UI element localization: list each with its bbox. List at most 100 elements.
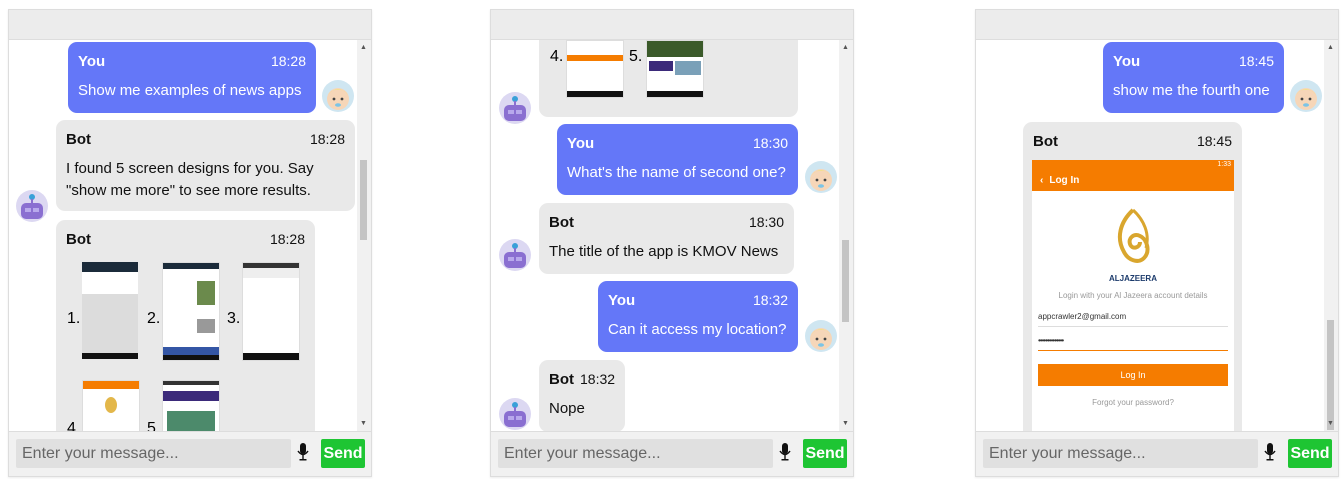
message-text: What's the name of second one? — [567, 164, 786, 181]
screen-thumbnail-4[interactable] — [566, 40, 624, 98]
send-button[interactable]: Send — [1288, 439, 1332, 468]
message-text: The title of the app is KMOV News — [549, 243, 779, 260]
window-title-bar — [976, 10, 1338, 40]
result-number: 2. — [147, 310, 161, 327]
status-time: 1:33 — [1217, 161, 1231, 168]
result-number: 1. — [67, 310, 81, 327]
bot-avatar — [499, 398, 531, 430]
result-number: 3. — [227, 310, 241, 327]
microphone-icon[interactable] — [297, 442, 309, 462]
scroll-down-icon[interactable]: ▼ — [842, 420, 849, 428]
chat-log: You 18:45 show me the fourth one Bot 18:45… — [976, 40, 1324, 432]
app-title: Log In — [1049, 175, 1080, 186]
message-time: 18:32 — [752, 292, 788, 308]
robot-icon — [21, 194, 43, 219]
robot-icon — [504, 243, 526, 268]
chat-log: 4. 5. You 18:30 What's the name of second… — [491, 40, 839, 432]
scroll-down-icon[interactable]: ▼ — [1327, 420, 1334, 428]
message-composer: Enter your message... Send — [491, 431, 853, 476]
scrollbar[interactable]: ▲ ▼ — [357, 40, 371, 432]
bot-message: Bot 18:28 I found 5 screen designs for yo… — [56, 120, 355, 211]
scroll-thumb[interactable] — [360, 160, 367, 240]
user-message: You 18:30 What's the name of second one? — [557, 124, 798, 195]
message-input[interactable]: Enter your message... — [498, 439, 773, 468]
baby-face-icon — [810, 328, 832, 350]
message-time: 18:45 — [1196, 133, 1232, 149]
sender-name: You — [78, 53, 106, 70]
baby-face-icon — [1295, 88, 1317, 110]
scroll-up-icon[interactable]: ▲ — [842, 44, 849, 52]
chat-log: You 18:28 Show me examples of news apps B… — [9, 40, 357, 432]
scroll-up-icon[interactable]: ▲ — [1327, 44, 1334, 52]
send-button[interactable]: Send — [803, 439, 847, 468]
message-text: I found 5 screen designs for you. Say "s… — [66, 160, 314, 199]
user-message: You 18:28 Show me examples of news apps — [68, 42, 316, 113]
message-time: 18:30 — [748, 214, 784, 230]
baby-face-icon — [810, 169, 832, 191]
message-input[interactable]: Enter your message... — [16, 439, 291, 468]
message-composer: Enter your message... Send — [976, 431, 1338, 476]
baby-face-icon — [327, 88, 349, 110]
window-title-bar — [9, 10, 371, 40]
screen-thumbnail-4[interactable] — [82, 380, 140, 432]
message-text: Nope — [549, 400, 585, 417]
message-time: 18:30 — [752, 135, 788, 151]
sender-name: Bot — [66, 231, 91, 248]
user-avatar — [1290, 80, 1322, 112]
message-input[interactable]: Enter your message... — [983, 439, 1258, 468]
password-field[interactable]: •••••••••••••• — [1038, 336, 1228, 351]
microphone-icon[interactable] — [779, 442, 791, 462]
chat-window-1: You 18:28 Show me examples of news apps B… — [8, 9, 372, 477]
scroll-down-icon[interactable]: ▼ — [360, 420, 367, 428]
screen-thumbnail-5[interactable] — [162, 380, 220, 432]
scrollbar[interactable]: ▲ ▼ — [839, 40, 853, 432]
message-text: show me the fourth one — [1113, 82, 1270, 99]
back-arrow-icon: ‹ — [1040, 175, 1044, 186]
bot-message: Bot 18:30 The title of the app is KMOV Ne… — [539, 203, 794, 274]
bot-message: Bot 18:32 Nope — [539, 360, 625, 432]
sender-name: Bot — [549, 214, 574, 231]
status-bar: 1:33 — [1032, 160, 1234, 170]
user-avatar — [805, 320, 837, 352]
sender-name: Bot — [549, 371, 574, 388]
scroll-thumb[interactable] — [1327, 320, 1334, 430]
robot-icon — [504, 96, 526, 121]
user-avatar — [322, 80, 354, 112]
user-avatar — [805, 161, 837, 193]
robot-icon — [504, 402, 526, 427]
screen-thumbnail-2[interactable] — [162, 262, 220, 361]
message-text: Can it access my location? — [608, 321, 787, 338]
message-time: 18:28 — [270, 53, 306, 69]
bot-avatar — [16, 190, 48, 222]
window-title-bar — [491, 10, 853, 40]
message-time: 18:28 — [269, 231, 305, 247]
chat-window-3: You 18:45 show me the fourth one Bot 18:45… — [975, 9, 1339, 477]
sender-name: You — [1113, 53, 1141, 70]
login-button[interactable]: Log In — [1038, 364, 1228, 386]
scroll-up-icon[interactable]: ▲ — [360, 44, 367, 52]
app-screenshot[interactable]: 1:33 ‹ Log In ALJAZEERA Login with your A… — [1032, 160, 1234, 432]
message-time: 18:32 — [580, 371, 616, 387]
aljazeera-logo-icon — [1117, 208, 1150, 263]
screen-thumbnail-1[interactable] — [82, 262, 138, 359]
result-number: 4. — [550, 48, 564, 65]
email-field[interactable]: appcrawler2@gmail.com — [1038, 312, 1228, 327]
message-text: Show me examples of news apps — [78, 82, 302, 99]
scrollbar[interactable]: ▲ ▼ — [1324, 40, 1338, 432]
forgot-password-link[interactable]: Forgot your password? — [1032, 398, 1234, 407]
send-button[interactable]: Send — [321, 439, 365, 468]
sender-name: Bot — [1033, 133, 1058, 150]
scroll-thumb[interactable] — [842, 240, 849, 322]
user-message: You 18:45 show me the fourth one — [1103, 42, 1284, 113]
sender-name: You — [567, 135, 595, 152]
app-toolbar: ‹ Log In — [1032, 170, 1234, 191]
microphone-icon[interactable] — [1264, 442, 1276, 462]
message-time: 18:28 — [309, 131, 345, 147]
bot-avatar — [499, 92, 531, 124]
chat-window-2: 4. 5. You 18:30 What's the name of second… — [490, 9, 854, 477]
screen-thumbnail-3[interactable] — [242, 262, 300, 361]
screen-thumbnail-5[interactable] — [646, 40, 704, 98]
brand-name: ALJAZEERA — [1108, 274, 1157, 283]
login-subtitle: Login with your Al Jazeera account detai… — [1058, 291, 1208, 300]
user-message: You 18:32 Can it access my location? — [598, 281, 798, 352]
